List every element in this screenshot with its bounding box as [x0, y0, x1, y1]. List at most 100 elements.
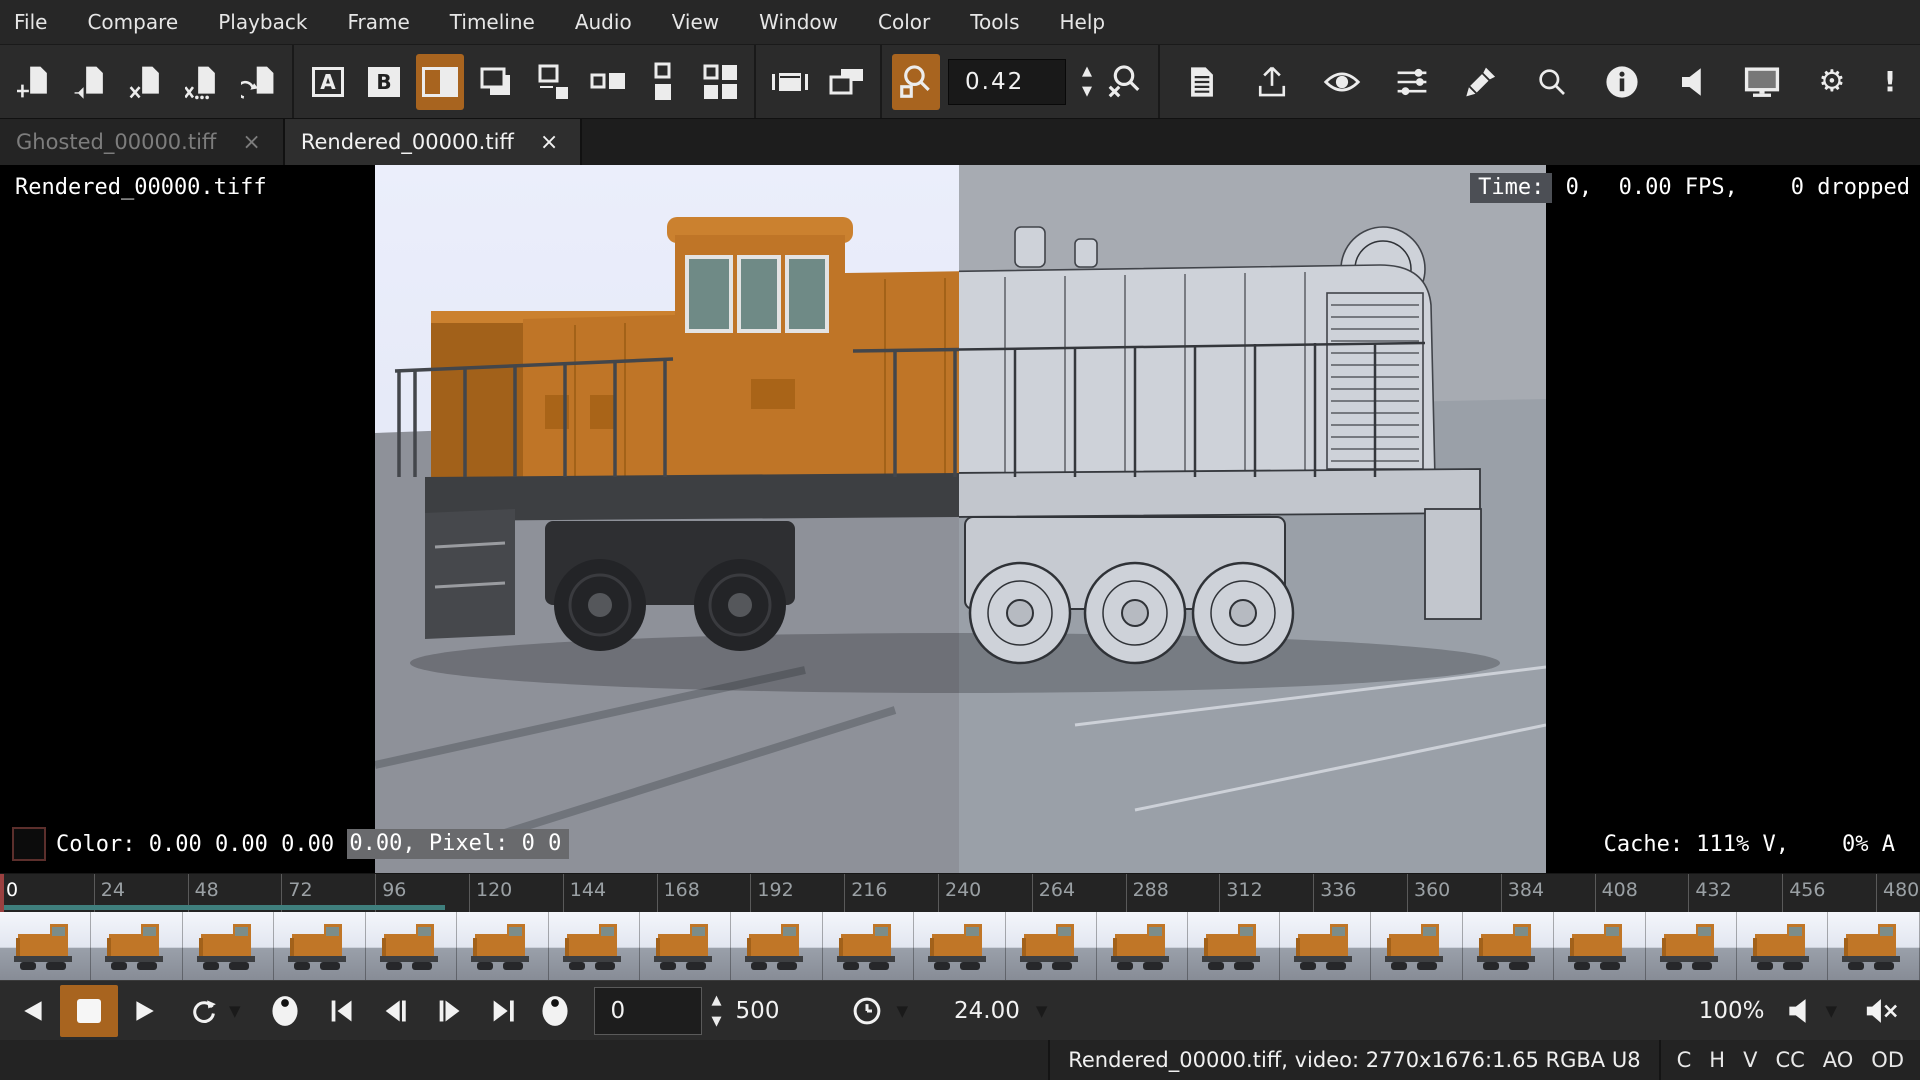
loop-mode-button[interactable]: ▼ — [180, 985, 250, 1037]
filmstrip-thumbnail[interactable] — [549, 912, 640, 980]
filmstrip-thumbnail[interactable] — [1737, 912, 1828, 980]
menu-timeline[interactable]: Timeline — [450, 10, 535, 34]
close-icon[interactable]: × — [242, 130, 260, 155]
compare-difference-button[interactable] — [528, 54, 576, 110]
close-file-button[interactable] — [122, 54, 170, 110]
menu-audio[interactable]: Audio — [575, 10, 632, 34]
zoom-window-button[interactable] — [892, 54, 940, 110]
go-to-end-button[interactable] — [480, 985, 526, 1037]
spin-up-icon[interactable]: ▲ — [712, 996, 722, 1005]
float-panels-button[interactable] — [822, 54, 870, 110]
compare-tile-button[interactable] — [696, 54, 744, 110]
filmstrip-thumbnail[interactable] — [1097, 912, 1188, 980]
tab-ghosted[interactable]: Ghosted_00000.tiff × — [0, 119, 285, 165]
timeline-ball-left-button[interactable] — [262, 985, 308, 1037]
volume-dropdown-icon[interactable]: ▼ — [1825, 1002, 1837, 1020]
filmstrip-thumbnail[interactable] — [914, 912, 1005, 980]
export-button[interactable] — [1248, 54, 1296, 110]
single-panel-button[interactable] — [766, 54, 814, 110]
timeline-ball-right-button[interactable] — [532, 985, 578, 1037]
filmstrip-thumbnail[interactable] — [457, 912, 548, 980]
menu-playback[interactable]: Playback — [218, 10, 307, 34]
filmstrip-thumbnail[interactable] — [91, 912, 182, 980]
fps-dropdown-icon[interactable]: ▼ — [1036, 1002, 1048, 1020]
timeline-ruler[interactable]: 0244872961201441681922162402642883123363… — [0, 873, 1920, 912]
filmstrip-thumbnail[interactable] — [823, 912, 914, 980]
current-frame-input[interactable]: 0 — [594, 987, 702, 1035]
compare-overlay-button[interactable] — [472, 54, 520, 110]
filmstrip-thumbnail[interactable] — [274, 912, 365, 980]
filmstrip-thumbnail[interactable] — [1006, 912, 1097, 980]
info-button[interactable] — [1598, 54, 1646, 110]
menu-compare[interactable]: Compare — [87, 10, 178, 34]
menu-tools[interactable]: Tools — [970, 10, 1019, 34]
mute-button[interactable] — [1856, 985, 1908, 1037]
filmstrip-thumbnail[interactable] — [366, 912, 457, 980]
toggle-color-channel[interactable]: C — [1677, 1048, 1692, 1072]
compare-horizontal-button[interactable] — [584, 54, 632, 110]
time-units-dropdown-icon[interactable]: ▼ — [896, 1002, 908, 1020]
compare-vertical-button[interactable] — [640, 54, 688, 110]
stop-button[interactable] — [60, 985, 118, 1037]
time-units-button[interactable]: ▼ — [843, 985, 917, 1037]
files-panel-button[interactable] — [1178, 54, 1226, 110]
compare-b-button[interactable]: B — [360, 54, 408, 110]
play-backwards-button[interactable] — [12, 985, 56, 1037]
toggle-od[interactable]: OD — [1871, 1048, 1904, 1072]
menu-frame[interactable]: Frame — [347, 10, 409, 34]
filmstrip-thumbnail[interactable] — [640, 912, 731, 980]
zoom-spinner[interactable]: ▲ ▼ — [1082, 67, 1092, 97]
menu-window[interactable]: Window — [759, 10, 838, 34]
zoom-value-input[interactable]: 0.42 — [948, 59, 1066, 105]
filmstrip-thumbnail[interactable] — [1463, 912, 1554, 980]
next-frame-button[interactable] — [426, 985, 472, 1037]
filmstrip-thumbnail[interactable] — [0, 912, 91, 980]
display-button[interactable] — [1738, 54, 1786, 110]
annotation-button[interactable] — [1458, 54, 1506, 110]
menu-view[interactable]: View — [672, 10, 719, 34]
toggle-hue[interactable]: H — [1709, 1048, 1725, 1072]
filmstrip-thumbnail[interactable] — [1828, 912, 1919, 980]
render-viewport[interactable]: Rendered_00000.tiff Time: 0, 0.00 FPS, 0… — [0, 165, 1920, 873]
settings-button[interactable]: ⚙ — [1808, 54, 1856, 110]
zoom-fit-button[interactable] — [1100, 54, 1148, 110]
open-with-audio-button[interactable] — [66, 54, 114, 110]
loop-dropdown-icon[interactable]: ▼ — [229, 1002, 241, 1020]
toggle-value[interactable]: V — [1743, 1048, 1757, 1072]
spin-down-icon[interactable]: ▼ — [712, 1017, 722, 1026]
filmstrip-thumbnail[interactable] — [1554, 912, 1645, 980]
compare-wipe-button[interactable] — [416, 54, 464, 110]
toggle-ao[interactable]: AO — [1823, 1048, 1854, 1072]
filmstrip-thumbnail[interactable] — [183, 912, 274, 980]
fps-button[interactable]: 24.00 ▼ — [945, 985, 1056, 1037]
play-button[interactable] — [122, 985, 166, 1037]
filmstrip-thumbnail[interactable] — [1371, 912, 1462, 980]
close-icon[interactable]: × — [540, 130, 558, 155]
end-frame-label[interactable]: 500 — [736, 998, 780, 1024]
menu-file[interactable]: File — [14, 10, 47, 34]
filmstrip-thumbnail[interactable] — [1188, 912, 1279, 980]
filmstrip-thumbnail[interactable] — [731, 912, 822, 980]
tab-rendered[interactable]: Rendered_00000.tiff × — [285, 119, 583, 165]
go-to-start-button[interactable] — [318, 985, 364, 1037]
errors-button[interactable]: ! — [1878, 54, 1902, 110]
open-file-button[interactable] — [10, 54, 58, 110]
close-all-button[interactable] — [178, 54, 226, 110]
menu-color[interactable]: Color — [878, 10, 930, 34]
previous-frame-button[interactable] — [372, 985, 418, 1037]
filmstrip-thumbnail[interactable] — [1646, 912, 1737, 980]
spin-down-icon[interactable]: ▼ — [1082, 87, 1092, 97]
view-button[interactable] — [1318, 54, 1366, 110]
filmstrip-thumbnail[interactable] — [1280, 912, 1371, 980]
volume-button[interactable]: ▼ — [1776, 985, 1846, 1037]
spin-up-icon[interactable]: ▲ — [1082, 67, 1092, 77]
color-controls-button[interactable] — [1388, 54, 1436, 110]
search-button[interactable] — [1528, 54, 1576, 110]
frame-spinner[interactable]: ▲ ▼ — [712, 996, 722, 1026]
audio-button[interactable] — [1668, 54, 1716, 110]
compare-a-button[interactable]: A — [304, 54, 352, 110]
toggle-color-correction[interactable]: CC — [1775, 1048, 1804, 1072]
reload-button[interactable] — [234, 54, 282, 110]
menu-help[interactable]: Help — [1060, 10, 1106, 34]
playhead[interactable] — [0, 874, 4, 912]
